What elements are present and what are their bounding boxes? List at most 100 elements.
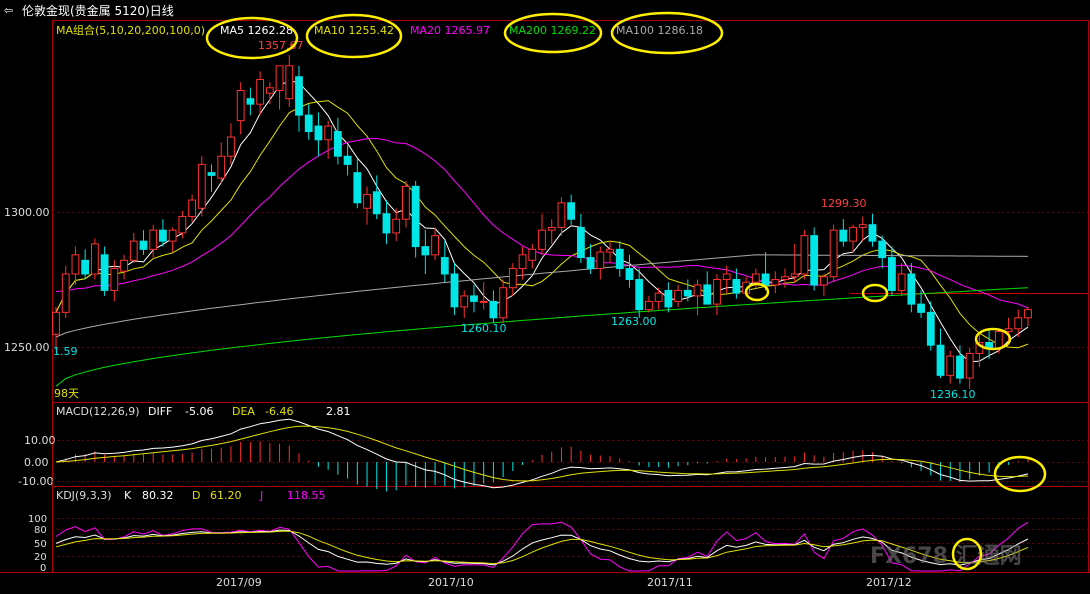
legend-ma200: MA200 1269.22 bbox=[509, 24, 596, 37]
candle-body bbox=[956, 355, 964, 379]
candle-body bbox=[625, 268, 634, 280]
kdj-y-tick-50: 50 bbox=[34, 539, 47, 550]
label-days: 98天 bbox=[54, 387, 79, 400]
candle-body bbox=[576, 226, 585, 259]
candle-body bbox=[411, 185, 420, 248]
candle-body bbox=[888, 257, 896, 291]
ma-legend: MA组合(5,10,20,200,100,0) MA5 1262.28 MA10… bbox=[56, 23, 703, 37]
candle-body bbox=[654, 292, 663, 302]
candle-body bbox=[819, 276, 828, 286]
candle-body bbox=[324, 125, 333, 141]
kdj-d-value: 61.20 bbox=[210, 489, 242, 502]
candle-body bbox=[508, 268, 517, 289]
y-tick-1300: 1300.00 bbox=[4, 206, 50, 219]
x-tick-dec: 2017/12 bbox=[866, 576, 912, 589]
candle-body bbox=[470, 295, 478, 302]
candle-body bbox=[674, 289, 682, 302]
candle-body bbox=[936, 344, 945, 376]
candle-body bbox=[275, 65, 284, 91]
candle-body bbox=[217, 155, 226, 179]
macd-dea-label: DEA bbox=[232, 405, 255, 418]
label-left-value: 1.59 bbox=[53, 345, 78, 358]
macd-y-tick-10: 10.00 bbox=[24, 434, 56, 447]
candle-body bbox=[343, 155, 352, 165]
y-tick-1250: 1250.00 bbox=[4, 341, 50, 354]
candle-body bbox=[858, 224, 867, 228]
macd-histogram bbox=[65, 441, 1029, 492]
kdj-y-tick-20: 20 bbox=[34, 552, 47, 563]
candle-body bbox=[265, 87, 274, 94]
candle-body bbox=[168, 229, 177, 242]
candle-body bbox=[159, 229, 167, 242]
candle-body bbox=[304, 114, 313, 133]
candle-body bbox=[878, 240, 887, 259]
candle-body bbox=[946, 355, 955, 376]
candle-body bbox=[440, 257, 449, 275]
candle-body bbox=[790, 273, 799, 278]
candle-body bbox=[188, 199, 196, 217]
macd-diff-value: -5.06 bbox=[185, 405, 213, 418]
kdj-j-label: J bbox=[259, 489, 263, 502]
kdj-title: KDJ(9,3,3) bbox=[56, 489, 112, 502]
candle-body bbox=[897, 273, 906, 291]
candle-body bbox=[333, 131, 342, 157]
stock-chart[interactable]: ⇦ 伦敦金现(贵金属 5120)日线 1300.00 1250.00 MA组合(… bbox=[0, 0, 1090, 594]
candle-body bbox=[295, 76, 303, 116]
legend-ma20: MA20 1265.97 bbox=[410, 24, 490, 37]
price-annotations: 1357.67 1299.30 1260.10 1263.00 1236.10 … bbox=[53, 39, 976, 401]
macd-dea-value: -6.46 bbox=[265, 405, 293, 418]
candle-body bbox=[129, 240, 138, 261]
candle-body bbox=[149, 229, 158, 250]
candle-body bbox=[926, 311, 935, 346]
kdj-y-tick-80: 80 bbox=[34, 525, 47, 536]
candle-body bbox=[518, 254, 527, 270]
candle-body bbox=[528, 248, 537, 261]
legend-ma10: MA10 1255.42 bbox=[314, 24, 394, 37]
candle-body bbox=[703, 284, 712, 305]
candle-body bbox=[596, 251, 605, 270]
candle-body bbox=[586, 257, 595, 270]
candle-body bbox=[256, 79, 265, 105]
candle-body bbox=[499, 287, 508, 319]
candle-body bbox=[71, 254, 80, 275]
x-tick-nov: 2017/11 bbox=[647, 576, 693, 589]
macd-panel: MACD(12,26,9) DIFF -5.06 DEA -6.46 2.81 … bbox=[18, 405, 1088, 492]
candle-body bbox=[207, 172, 216, 176]
x-axis-labels: 2017/09 2017/10 2017/11 2017/12 bbox=[216, 576, 912, 589]
label-local-high: 1299.30 bbox=[821, 197, 867, 210]
candle-body bbox=[615, 248, 624, 270]
ma200-line bbox=[55, 287, 1029, 387]
candle-body bbox=[761, 273, 770, 286]
title-bar: ⇦ 伦敦金现(贵金属 5120)日线 bbox=[4, 3, 174, 18]
candle-body bbox=[781, 276, 789, 280]
candle-body bbox=[363, 194, 371, 209]
x-tick-sep: 2017/09 bbox=[216, 576, 262, 589]
macd-title: MACD(12,26,9) bbox=[56, 405, 140, 418]
candle-body bbox=[645, 300, 653, 311]
candle-body bbox=[917, 303, 925, 313]
candle-body bbox=[868, 224, 877, 242]
candle-body bbox=[683, 289, 692, 297]
candle-body bbox=[392, 218, 401, 234]
candle-body bbox=[557, 202, 566, 228]
candle-body bbox=[110, 268, 119, 291]
candle-body bbox=[285, 65, 294, 100]
candle-body bbox=[1014, 317, 1023, 330]
highlight-circles bbox=[205, 11, 1047, 571]
candle-body bbox=[713, 278, 721, 305]
macd-y-tick-neg10: -10.00 bbox=[18, 475, 53, 488]
candle-body bbox=[994, 331, 1003, 349]
candle-body bbox=[61, 273, 70, 313]
candle-body bbox=[538, 229, 546, 250]
back-arrow-icon[interactable]: ⇦ bbox=[4, 4, 13, 17]
macd-diff-label: DIFF bbox=[148, 405, 172, 418]
candle-body bbox=[52, 311, 60, 335]
candle-body bbox=[227, 136, 235, 157]
candle-body bbox=[635, 278, 644, 311]
candle-body bbox=[431, 235, 439, 256]
candle-body bbox=[800, 235, 809, 275]
legend-ma-group: MA组合(5,10,20,200,100,0) bbox=[56, 23, 205, 37]
candle-body bbox=[246, 98, 255, 105]
macd-y-tick-0: 0.00 bbox=[24, 456, 49, 469]
candle-body bbox=[839, 229, 848, 242]
